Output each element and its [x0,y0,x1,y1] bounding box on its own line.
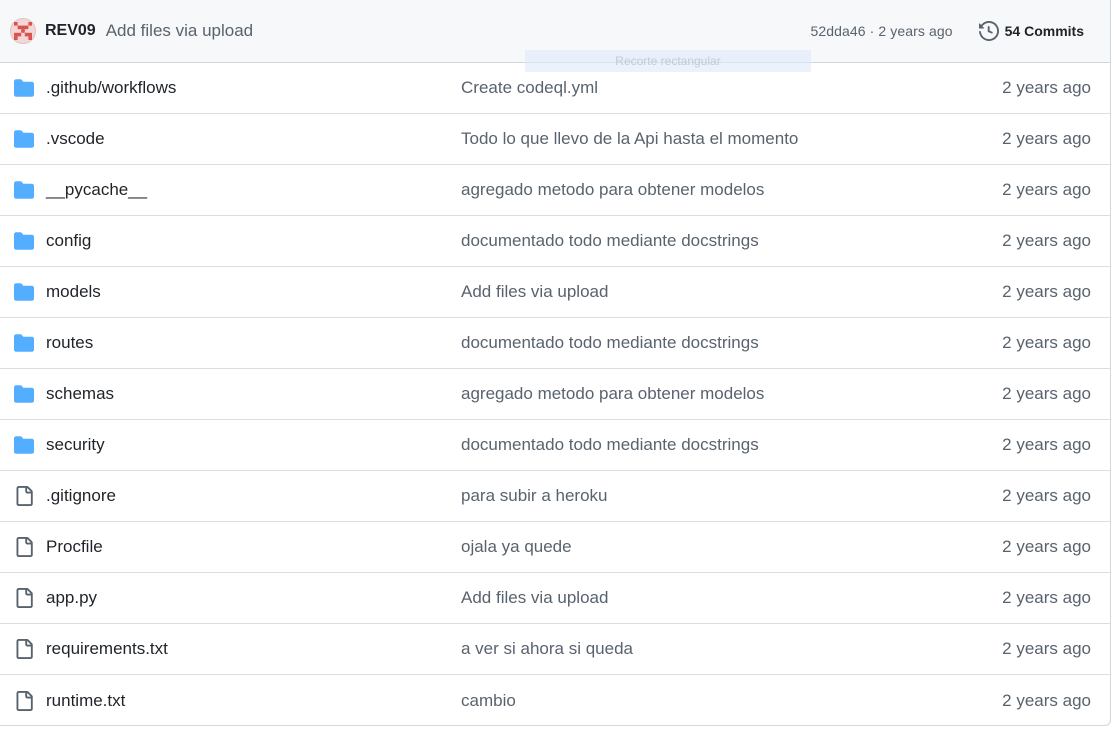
file-name-link[interactable]: security [46,435,105,455]
file-name-link[interactable]: requirements.txt [46,639,168,659]
file-icon [14,588,34,608]
file-row[interactable]: .vscode Todo lo que llevo de la Api hasta… [0,114,1110,165]
file-name-link[interactable]: __pycache__ [46,180,147,200]
identicon-icon [14,22,32,40]
commit-message-link[interactable]: Create codeql.yml [461,78,598,98]
file-row[interactable]: __pycache__ agregado metodo para obtener … [0,165,1110,216]
last-updated-time: 2 years ago [1002,78,1091,97]
commit-message-link[interactable]: Add files via upload [106,21,253,41]
commit-message-link[interactable]: documentado todo mediante docstrings [461,333,759,353]
folder-icon [14,129,34,149]
last-updated-time: 2 years ago [1002,180,1091,199]
folder-icon [14,435,34,455]
last-updated-time: 2 years ago [1002,537,1091,556]
file-name-link[interactable]: routes [46,333,93,353]
file-row[interactable]: Procfile ojala ya quede 2 years ago [0,522,1110,573]
commit-message-link[interactable]: documentado todo mediante docstrings [461,231,759,251]
file-row[interactable]: runtime.txt cambio 2 years ago [0,675,1110,725]
commit-message-link[interactable]: Add files via upload [461,282,608,302]
commit-hash-and-time[interactable]: 52dda46 · 2 years ago [810,23,952,39]
file-icon [14,537,34,557]
file-name-link[interactable]: models [46,282,101,302]
file-list: .github/workflows Create codeql.yml 2 year… [0,63,1110,725]
last-updated-time: 2 years ago [1002,231,1091,250]
commits-count-label: 54 Commits [1004,23,1084,39]
last-updated-time: 2 years ago [1002,282,1091,301]
file-name-link[interactable]: .gitignore [46,486,116,506]
commit-message-link[interactable]: ojala ya quede [461,537,572,557]
last-updated-time: 2 years ago [1002,384,1091,403]
folder-icon [14,333,34,353]
last-updated-time: 2 years ago [1002,639,1091,658]
commit-message-link[interactable]: cambio [461,691,516,711]
last-updated-time: 2 years ago [1002,486,1091,505]
last-updated-time: 2 years ago [1002,333,1091,352]
file-name-link[interactable]: runtime.txt [46,691,125,711]
folder-icon [14,282,34,302]
file-browser: REV09 Add files via upload 52dda46 · 2 y… [0,0,1111,726]
file-name-link[interactable]: .github/workflows [46,78,176,98]
folder-icon [14,180,34,200]
snipping-overlay: Recorte rectangular [525,50,811,72]
file-row[interactable]: config documentado todo mediante docstrin… [0,216,1110,267]
file-name-link[interactable]: Procfile [46,537,103,557]
history-icon [978,21,999,41]
last-updated-time: 2 years ago [1002,690,1091,710]
commit-author-link[interactable]: REV09 [45,22,96,40]
file-row[interactable]: app.py Add files via upload 2 years ago [0,573,1110,624]
folder-icon [14,231,34,251]
file-row[interactable]: schemas agregado metodo para obtener mode… [0,369,1110,420]
file-icon [14,486,34,506]
avatar[interactable] [10,18,36,44]
last-updated-time: 2 years ago [1002,129,1091,148]
file-icon [14,639,34,659]
file-row[interactable]: .gitignore para subir a heroku 2 years ago [0,471,1110,522]
latest-commit-bar: REV09 Add files via upload 52dda46 · 2 y… [0,0,1110,72]
file-name-link[interactable]: schemas [46,384,114,404]
commit-message-link[interactable]: a ver si ahora si queda [461,639,633,659]
last-updated-time: 2 years ago [1002,588,1091,607]
commit-message-link[interactable]: Add files via upload [461,588,608,608]
folder-icon [14,384,34,404]
commit-message-link[interactable]: Todo lo que llevo de la Api hasta el mom… [461,129,798,149]
file-row[interactable]: routes documentado todo mediante docstrin… [0,318,1110,369]
folder-icon [14,78,34,98]
file-row[interactable]: models Add files via upload 2 years ago [0,267,1110,318]
last-updated-time: 2 years ago [1002,435,1091,454]
file-icon [14,690,34,711]
commit-message-link[interactable]: agregado metodo para obtener modelos [461,384,764,404]
commit-message-link[interactable]: documentado todo mediante docstrings [461,435,759,455]
file-name-link[interactable]: .vscode [46,129,105,149]
file-name-link[interactable]: config [46,231,91,251]
commits-history-button[interactable]: 54 Commits [973,17,1090,45]
commit-message-link[interactable]: para subir a heroku [461,486,607,506]
file-row[interactable]: security documentado todo mediante docstr… [0,420,1110,471]
commit-message-link[interactable]: agregado metodo para obtener modelos [461,180,764,200]
file-row[interactable]: requirements.txt a ver si ahora si queda 2… [0,624,1110,675]
file-name-link[interactable]: app.py [46,588,97,608]
